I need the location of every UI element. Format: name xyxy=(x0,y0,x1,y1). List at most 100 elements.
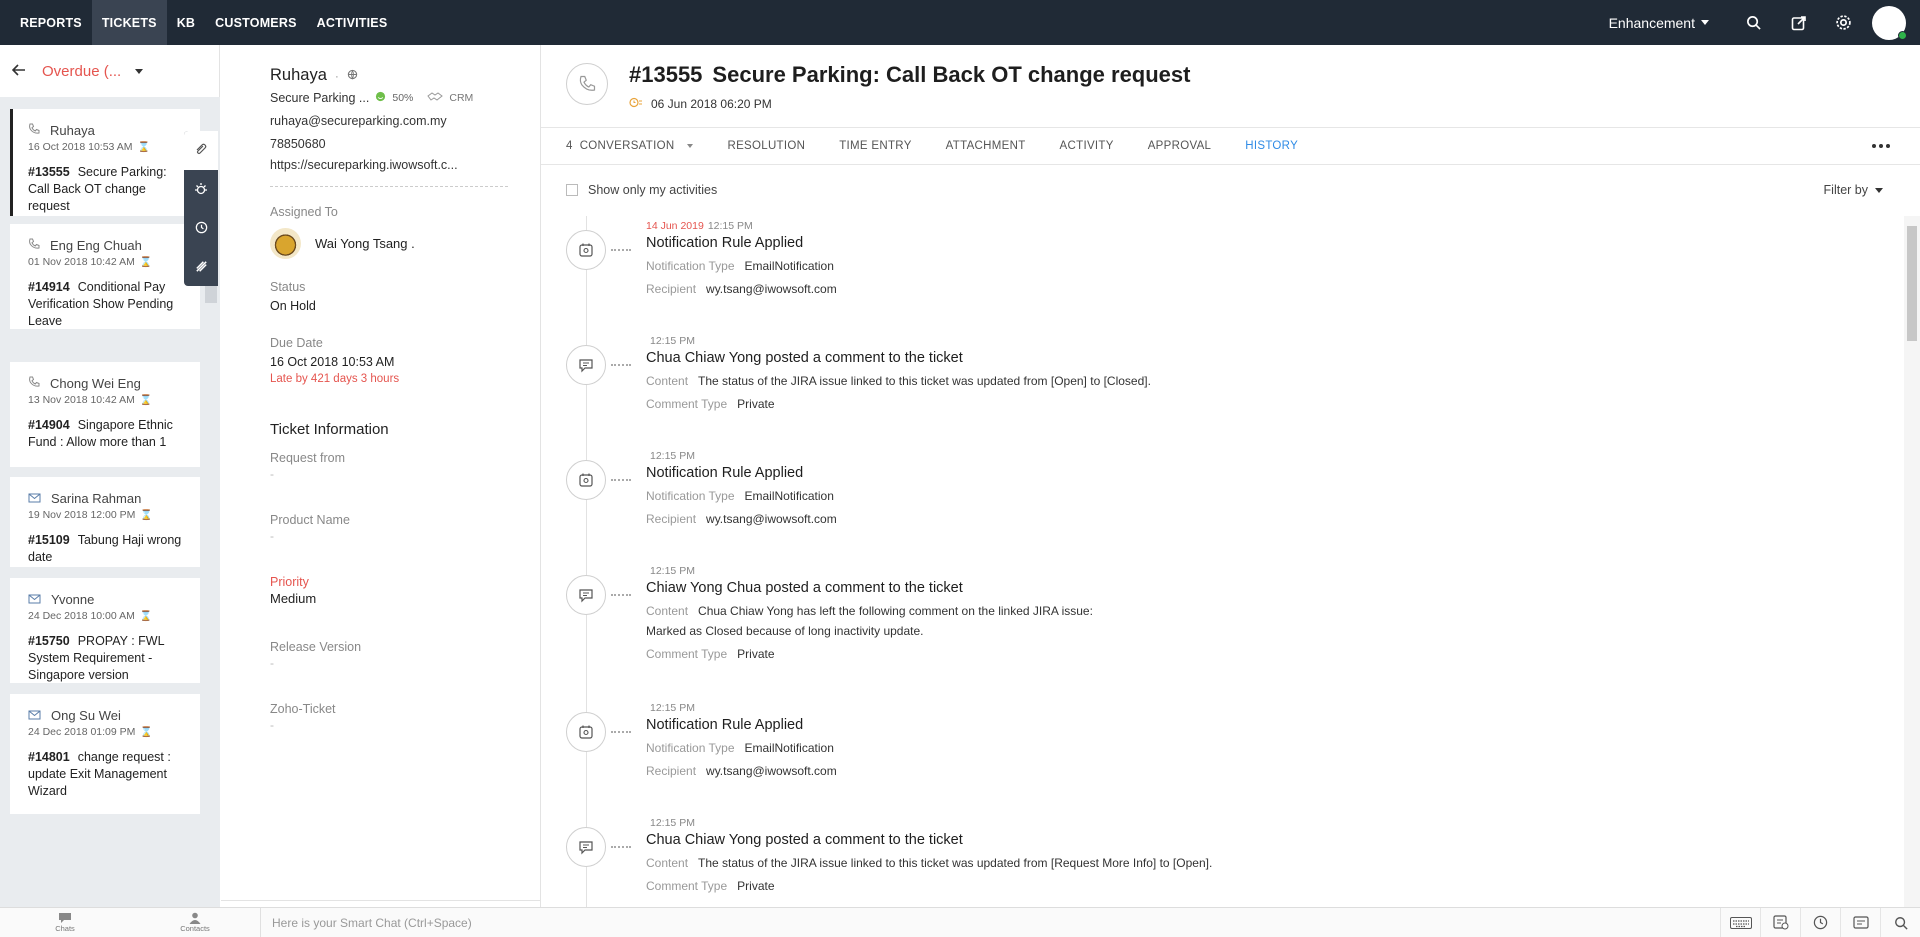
ticket-card[interactable]: Yvonne 24 Dec 2018 10:00 AM ⌛ #15750 PROPA… xyxy=(10,578,200,683)
history-scrollbar[interactable] xyxy=(1904,216,1920,907)
assignee-field[interactable]: Wai Yong Tsang . xyxy=(270,228,540,259)
release-version-label: Release Version xyxy=(270,640,362,654)
agent-avatar xyxy=(270,228,301,259)
divider xyxy=(270,186,508,187)
chevron-down-icon[interactable] xyxy=(135,68,144,74)
rule-icon xyxy=(566,712,606,752)
ticket-subject[interactable]: Secure Parking: Call Back OT change requ… xyxy=(712,62,1190,87)
email-icon xyxy=(28,592,41,607)
nav-tickets[interactable]: TICKETS xyxy=(91,0,167,45)
filter-by-dropdown[interactable]: Filter by xyxy=(1824,183,1883,197)
contact-phone[interactable]: 78850680 xyxy=(270,137,540,151)
due-date-value[interactable]: 16 Oct 2018 10:53 AM xyxy=(270,355,540,369)
status-value[interactable]: On Hold xyxy=(270,299,540,313)
tab-history[interactable]: HISTORY xyxy=(1245,140,1298,152)
search-icon[interactable] xyxy=(1731,0,1776,45)
ticket-icon[interactable] xyxy=(1840,907,1880,937)
priority-value[interactable]: Medium xyxy=(270,591,540,606)
department-selector[interactable]: Enhancement xyxy=(1609,15,1709,31)
more-options-icon[interactable] xyxy=(1864,135,1898,157)
card-time: 24 Dec 2018 10:00 AM xyxy=(28,610,135,622)
attachment-icon[interactable] xyxy=(184,131,218,170)
ticket-created: 06 Jun 2018 06:20 PM xyxy=(629,97,772,111)
ticket-properties-pane: Ruhaya · Secure Parking ... 50% CRM ruha… xyxy=(221,45,541,907)
nav-customers[interactable]: CUSTOMERS xyxy=(205,0,306,45)
entry-title: Chua Chiaw Yong posted a comment to the … xyxy=(646,350,963,366)
keyboard-icon[interactable] xyxy=(1720,907,1760,937)
entry-key: Content xyxy=(646,856,689,870)
ticket-card[interactable]: Chong Wei Eng 13 Nov 2018 10:42 AM ⌛ #149… xyxy=(10,362,200,467)
card-number: #15109 xyxy=(28,533,70,547)
zoho-ticket-value[interactable]: - xyxy=(270,718,540,732)
contacts-button[interactable]: Contacts xyxy=(130,912,260,933)
entry-value: Private xyxy=(737,879,775,893)
comment-icon xyxy=(566,827,606,867)
nav-reports[interactable]: REPORTS xyxy=(0,0,92,45)
tasks-icon[interactable] xyxy=(1760,907,1800,937)
ticket-title: #13555 Secure Parking: Call Back OT chang… xyxy=(629,62,1190,88)
ticket-tabs: 4 CONVERSATION RESOLUTION TIME ENTRY ATT… xyxy=(541,128,1920,165)
search-icon[interactable] xyxy=(1880,907,1920,937)
tab-label: CONVERSATION xyxy=(579,140,675,152)
contact-website[interactable]: https://secureparking.iwowsoft.c... xyxy=(270,158,540,172)
nav-kb[interactable]: KB xyxy=(167,0,205,45)
entry-value: wy.tsang@iwowsoft.com xyxy=(706,512,837,526)
user-avatar[interactable] xyxy=(1872,5,1907,40)
ticket-card[interactable]: Ong Su Wei 24 Dec 2018 01:09 PM ⌛ #14801 c… xyxy=(10,694,200,814)
conversation-count: 4 xyxy=(566,140,573,152)
tab-attachment[interactable]: ATTACHMENT xyxy=(946,140,1026,152)
history-timeline: 14 Jun 2019 12:15 PM Notification Rule Ap… xyxy=(541,216,1901,907)
gear-icon[interactable] xyxy=(1821,0,1866,45)
created-time: 06 Jun 2018 06:20 PM xyxy=(651,97,772,111)
contact-name[interactable]: Ruhaya xyxy=(270,66,327,85)
new-ticket-icon[interactable] xyxy=(1776,0,1821,45)
connector xyxy=(611,731,631,733)
nav-activities[interactable]: ACTIVITIES xyxy=(307,0,398,45)
tab-conversation[interactable]: 4 CONVERSATION xyxy=(566,140,694,152)
ticket-card[interactable]: Eng Eng Chuah 01 Nov 2018 10:42 AM ⌛ #149… xyxy=(10,224,200,329)
card-number: #14914 xyxy=(28,280,70,294)
entry-time: 12:15 PM xyxy=(650,565,695,577)
tab-activity[interactable]: ACTIVITY xyxy=(1060,140,1114,152)
tab-time-entry[interactable]: TIME ENTRY xyxy=(839,140,911,152)
show-mine-checkbox[interactable] xyxy=(566,184,578,196)
bug-icon[interactable] xyxy=(184,170,218,209)
release-version-value[interactable]: - xyxy=(270,656,540,670)
entry-title: Chua Chiaw Yong posted a comment to the … xyxy=(646,832,963,848)
ticket-card[interactable]: Ruhaya 16 Oct 2018 10:53 AM ⌛ #13555 Secur… xyxy=(10,109,200,216)
tab-approval[interactable]: APPROVAL xyxy=(1148,140,1212,152)
globe-icon xyxy=(347,66,358,85)
chats-button[interactable]: Chats xyxy=(0,912,130,933)
entry-key: Recipient xyxy=(646,764,697,778)
entry-key: Content xyxy=(646,374,689,388)
card-contact: Ruhaya xyxy=(50,123,95,138)
view-selector[interactable]: Overdue (... xyxy=(42,63,121,80)
entry-key: Recipient xyxy=(646,512,697,526)
card-number: #14904 xyxy=(28,418,70,432)
request-from-value[interactable]: - xyxy=(270,467,540,481)
connector xyxy=(611,846,631,848)
entry-key: Notification Type xyxy=(646,259,735,273)
chats-label: Chats xyxy=(55,924,75,933)
entry-key: Recipient xyxy=(646,282,697,296)
entry-value: Marked as Closed because of long inactiv… xyxy=(646,624,924,638)
overdue-icon: ⌛ xyxy=(140,509,153,521)
contact-email[interactable]: ruhaya@secureparking.com.my xyxy=(270,114,540,128)
connector xyxy=(611,364,631,366)
scrollbar-thumb[interactable] xyxy=(1907,226,1917,341)
account-name[interactable]: Secure Parking ... xyxy=(270,91,369,105)
jira-icon[interactable] xyxy=(184,247,218,286)
history-icon[interactable] xyxy=(184,209,218,248)
clock-icon[interactable] xyxy=(1800,907,1840,937)
product-name-value[interactable]: - xyxy=(270,529,540,543)
crm-label[interactable]: CRM xyxy=(449,92,473,104)
entry-value: wy.tsang@iwowsoft.com xyxy=(706,764,837,778)
entry-date: 14 Jun 2019 xyxy=(646,220,704,232)
tab-resolution[interactable]: RESOLUTION xyxy=(727,140,805,152)
timeline-line xyxy=(586,216,587,907)
back-arrow-icon[interactable] xyxy=(11,63,26,79)
smart-chat-input[interactable]: Here is your Smart Chat (Ctrl+Space) xyxy=(260,907,1720,937)
handshake-icon xyxy=(427,91,444,105)
zoho-ticket-label: Zoho-Ticket xyxy=(270,702,336,716)
ticket-card[interactable]: Sarina Rahman 19 Nov 2018 12:00 PM ⌛ #151… xyxy=(10,477,200,567)
